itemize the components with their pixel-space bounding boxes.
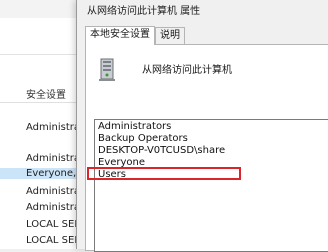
- list-item[interactable]: Administrators: [98, 121, 171, 133]
- policy-name: 从网络访问此计算机: [142, 65, 232, 76]
- server-icon: [99, 58, 115, 81]
- column-header-label: 安全设置: [26, 90, 66, 101]
- dialog-title: 从网络访问此计算机 属性: [87, 6, 201, 17]
- tab-local-security-setting[interactable]: 本地安全设置: [85, 26, 155, 45]
- tab-explain[interactable]: 说明: [155, 27, 185, 44]
- list-item[interactable]: Backup Operators: [98, 133, 188, 145]
- highlight-box: [87, 167, 241, 180]
- members-listbox[interactable]: Administrators Backup Operators DESKTOP-…: [94, 119, 328, 252]
- properties-dialog: 从网络访问此计算机 属性 本地安全设置 说明 从网络访问此计算机 Adminis…: [76, 0, 328, 252]
- tab-panel: 从网络访问此计算机 Administrators Backup Operator…: [85, 44, 328, 252]
- list-item[interactable]: DESKTOP-V0TCUSD\share: [98, 145, 225, 157]
